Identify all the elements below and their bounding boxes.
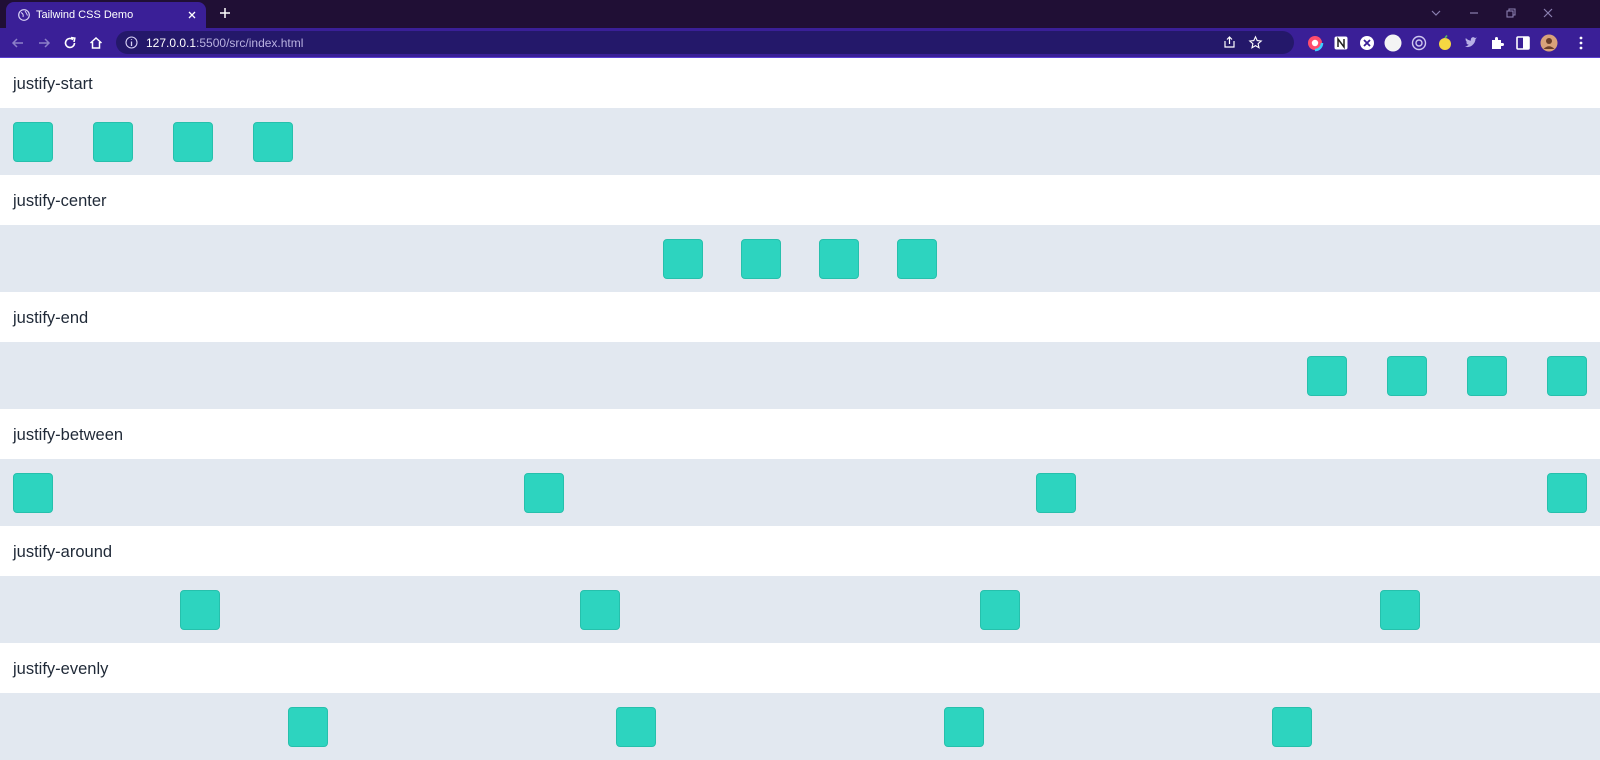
window-close-icon[interactable] — [1541, 6, 1555, 20]
flex-item — [980, 589, 1020, 630]
extensions-puzzle-icon[interactable] — [1488, 34, 1506, 52]
profile-avatar[interactable] — [1540, 34, 1558, 52]
flex-item — [180, 589, 220, 630]
tab-strip: Tailwind CSS Demo — [0, 0, 1600, 28]
tab-title: Tailwind CSS Demo — [36, 9, 134, 21]
kiwi-extension-icon[interactable] — [1358, 34, 1376, 52]
address-bar[interactable]: 127.0.0.1:5500/src/index.html — [116, 31, 1294, 54]
restore-icon[interactable] — [1504, 6, 1518, 20]
url-path: :5500/src/index.html — [196, 36, 304, 50]
url-text: 127.0.0.1:5500/src/index.html — [146, 36, 303, 50]
flex-item — [13, 472, 53, 513]
flex-item — [173, 121, 213, 162]
url-host: 127.0.0.1 — [146, 36, 197, 50]
share-icon[interactable] — [1222, 35, 1237, 50]
flex-item — [1380, 589, 1420, 630]
flex-item — [1387, 355, 1427, 396]
globe-icon — [18, 9, 30, 21]
flex-item — [1272, 706, 1312, 747]
target-extension-icon[interactable] — [1410, 34, 1428, 52]
flex-item — [288, 706, 328, 747]
notion-extension-icon[interactable] — [1332, 34, 1350, 52]
section-label-justify-evenly: justify-evenly — [13, 660, 109, 678]
flex-item — [1307, 355, 1347, 396]
flex-row-justify-end — [0, 342, 1600, 409]
back-arrow-icon[interactable] — [10, 35, 26, 51]
menu-kebab-icon[interactable] — [1572, 34, 1590, 52]
flex-item — [580, 589, 620, 630]
section-label-justify-between: justify-between — [13, 426, 124, 444]
star-icon[interactable] — [1248, 35, 1263, 50]
white-circle-extension-icon[interactable] — [1384, 34, 1402, 52]
section-label-justify-center: justify-center — [13, 192, 107, 210]
flex-item — [819, 238, 859, 279]
fruit-extension-icon[interactable] — [1436, 34, 1454, 52]
plus-icon[interactable] — [218, 6, 232, 20]
flex-item — [663, 238, 703, 279]
section-label-justify-start: justify-start — [13, 75, 93, 93]
flex-row-justify-around — [0, 576, 1600, 643]
reload-icon[interactable] — [62, 35, 78, 51]
flex-item — [1547, 355, 1587, 396]
tab-search-chevron-icon[interactable] — [1429, 6, 1443, 20]
minimize-icon[interactable] — [1467, 6, 1481, 20]
section-label-justify-around: justify-around — [13, 543, 113, 561]
flex-item — [944, 706, 984, 747]
side-panel-icon[interactable] — [1514, 34, 1532, 52]
page-content: justify-start justify-center justify-end… — [0, 58, 1600, 760]
flex-row-justify-center — [0, 225, 1600, 292]
flex-item — [253, 121, 293, 162]
flex-item — [741, 238, 781, 279]
close-icon[interactable] — [185, 8, 199, 22]
info-icon[interactable] — [125, 36, 138, 49]
flex-item — [1035, 472, 1076, 513]
flex-item — [897, 238, 937, 279]
flex-row-justify-evenly — [0, 693, 1600, 760]
flex-item — [1546, 472, 1587, 513]
forward-arrow-icon[interactable] — [36, 35, 52, 51]
flex-item — [616, 706, 656, 747]
flex-item — [13, 121, 53, 162]
flex-item — [93, 121, 133, 162]
flex-item — [1467, 355, 1507, 396]
section-label-justify-end: justify-end — [13, 309, 89, 327]
twitter-extension-icon[interactable] — [1462, 34, 1480, 52]
flex-item — [524, 472, 565, 513]
home-icon[interactable] — [88, 35, 104, 51]
flex-row-justify-start — [0, 108, 1600, 175]
browser-toolbar: 127.0.0.1:5500/src/index.html — [0, 28, 1600, 58]
browser-tab[interactable]: Tailwind CSS Demo — [6, 2, 206, 28]
color-picker-extension-icon[interactable] — [1306, 34, 1324, 52]
flex-row-justify-between — [0, 459, 1600, 526]
